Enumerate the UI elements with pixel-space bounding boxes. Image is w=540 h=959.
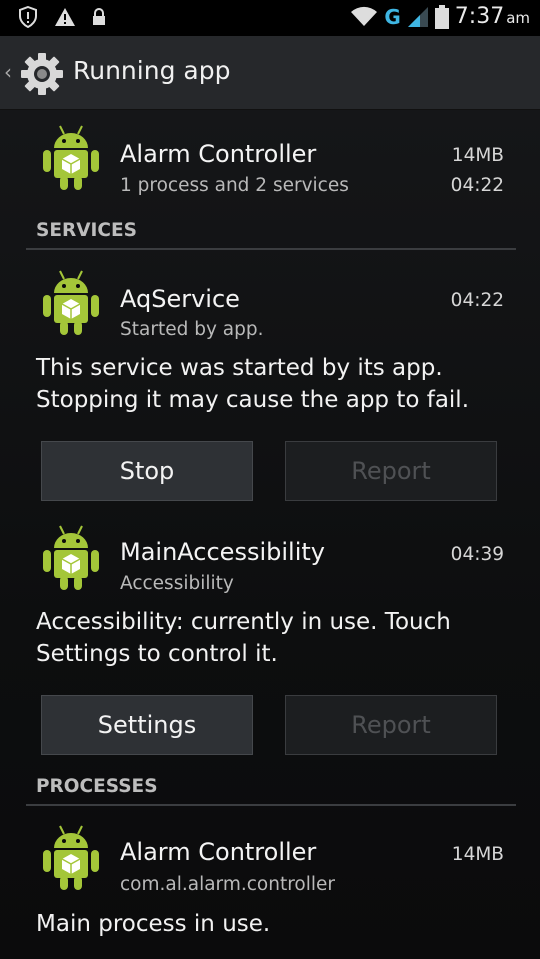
service-time: 04:22 xyxy=(450,290,504,311)
lock-icon xyxy=(93,8,105,25)
service-name: AqService xyxy=(120,285,240,313)
up-chevron-icon[interactable]: ‹ xyxy=(4,60,12,84)
shield-alert-icon xyxy=(19,6,37,28)
service-description: Accessibility: currently in use. Touch S… xyxy=(36,609,451,667)
service-subtitle: Started by app. xyxy=(120,319,264,340)
network-type-label: G xyxy=(384,4,401,29)
wifi-icon xyxy=(351,6,378,26)
service-time: 04:39 xyxy=(450,544,504,565)
service-subtitle: Accessibility xyxy=(120,573,234,594)
app-summary-row: Alarm Controller 1 process and 2 service… xyxy=(0,120,540,200)
process-memory: 14MB xyxy=(451,844,504,865)
warning-icon xyxy=(55,8,75,26)
app-name: Alarm Controller xyxy=(120,140,317,168)
report-button[interactable]: Report xyxy=(285,695,497,755)
notification-icons xyxy=(18,6,106,28)
settings-gear-icon[interactable] xyxy=(18,50,66,98)
service-row-aqservice[interactable]: AqService Started by app. 04:22 xyxy=(0,265,540,345)
settings-button[interactable]: Settings xyxy=(41,695,253,755)
android-app-icon xyxy=(43,270,99,335)
system-icons: G 7:37 am xyxy=(350,4,530,29)
processes-section-header: PROCESSES xyxy=(26,770,516,806)
running-app-details[interactable]: Alarm Controller 1 process and 2 service… xyxy=(0,110,540,959)
action-bar[interactable]: ‹ Running app xyxy=(0,36,540,110)
clock-time: 7:37 xyxy=(454,4,505,29)
service-name: MainAccessibility xyxy=(120,538,325,566)
app-memory: 14MB xyxy=(451,145,504,166)
report-button[interactable]: Report xyxy=(285,441,497,501)
service-description: This service was started by its app. Sto… xyxy=(36,355,470,413)
services-section-header: SERVICES xyxy=(26,214,516,250)
services-header-label: SERVICES xyxy=(36,220,137,241)
app-uptime: 04:22 xyxy=(450,175,504,196)
page-title: Running app xyxy=(73,56,231,85)
service-row-mainaccessibility[interactable]: MainAccessibility Accessibility 04:39 xyxy=(0,520,540,600)
status-bar: G 7:37 am xyxy=(0,0,540,36)
stop-button[interactable]: Stop xyxy=(41,441,253,501)
android-app-icon xyxy=(43,125,99,190)
process-description: Main process in use. xyxy=(36,911,271,937)
process-name: Alarm Controller xyxy=(120,838,317,866)
battery-icon xyxy=(434,4,449,29)
processes-header-label: PROCESSES xyxy=(36,776,158,797)
process-package: com.al.alarm.controller xyxy=(120,874,335,895)
process-row[interactable]: Alarm Controller com.al.alarm.controller… xyxy=(0,820,540,900)
android-app-icon xyxy=(43,525,99,590)
app-summary: 1 process and 2 services xyxy=(120,175,349,196)
android-app-icon xyxy=(43,825,99,890)
signal-icon xyxy=(407,6,428,27)
clock-ampm: am xyxy=(506,9,530,27)
